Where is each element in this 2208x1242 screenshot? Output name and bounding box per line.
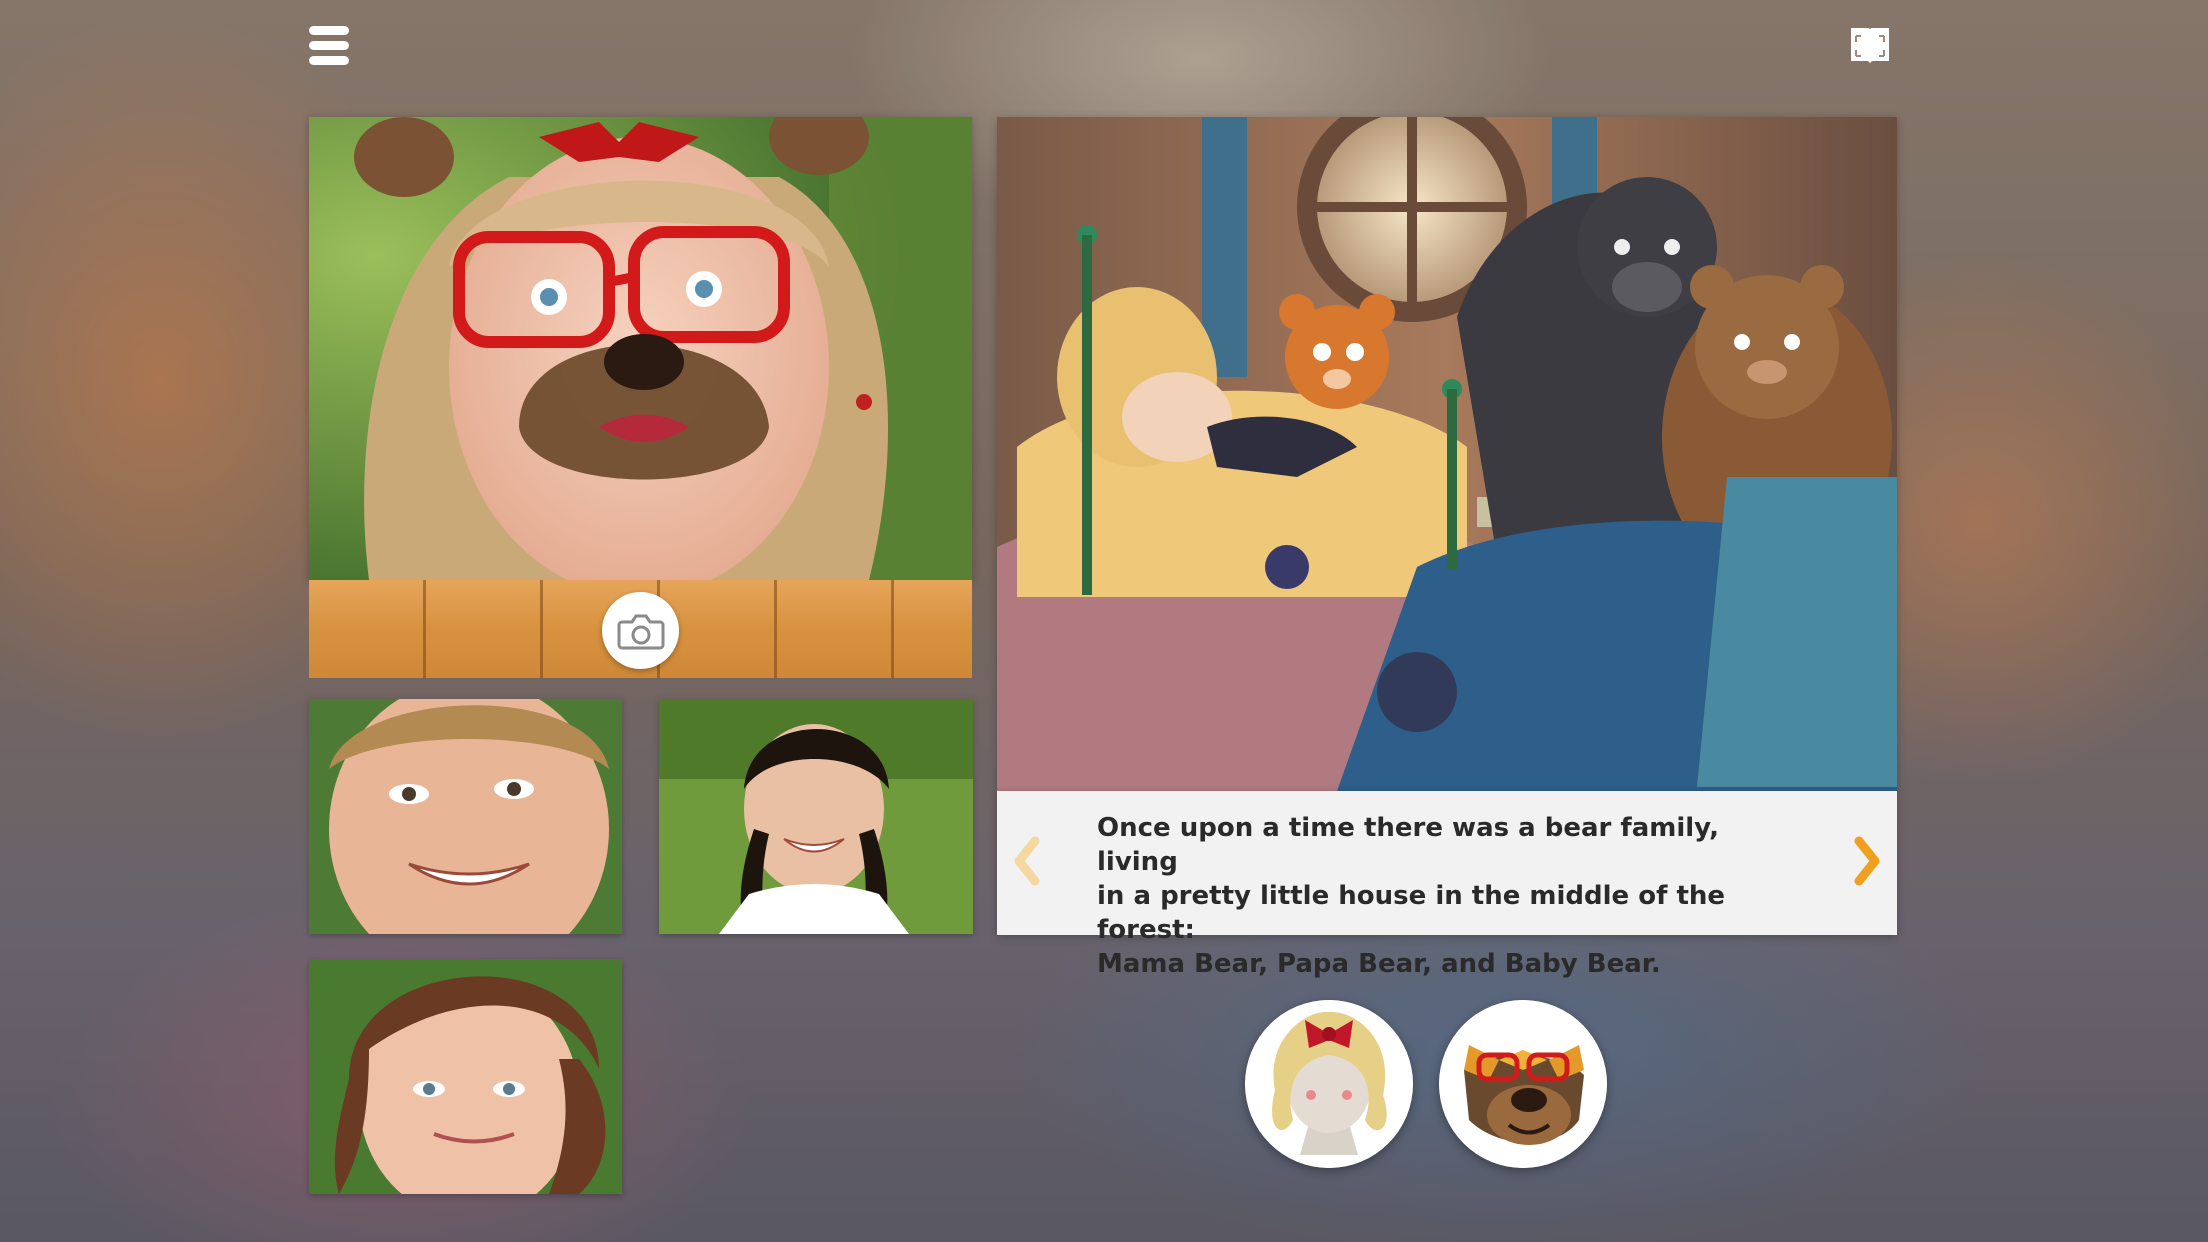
bear-mask-button[interactable] [1439, 1000, 1607, 1168]
book-view-button[interactable] [1848, 24, 1892, 68]
story-illustration [997, 117, 1897, 791]
menu-button[interactable] [307, 24, 351, 68]
next-page-button[interactable] [1847, 831, 1887, 891]
camera-capture-button[interactable] [602, 592, 679, 669]
live-camera-photo [309, 117, 972, 580]
previous-page-button[interactable] [1007, 831, 1047, 891]
chevron-right-icon [1854, 836, 1880, 886]
story-text-panel: Once upon a time there was a bear family… [997, 791, 1897, 979]
open-book-icon [1851, 28, 1889, 64]
story-text: Once upon a time there was a bear family… [1097, 811, 1797, 981]
menu-bar [309, 56, 349, 65]
goldilocks-mask-button[interactable] [1245, 1000, 1413, 1168]
face-thumbnail-girl[interactable] [659, 699, 973, 934]
story-line: Mama Bear, Papa Bear, and Baby Bear. [1097, 949, 1661, 979]
face-thumbnail-child[interactable] [309, 959, 622, 1194]
story-line: Once upon a time there was a bear family… [1097, 813, 1719, 877]
goldilocks-mask-icon [1245, 1000, 1413, 1168]
menu-bar [309, 26, 349, 35]
camera-icon [617, 614, 665, 650]
face-thumbnail-boy[interactable] [309, 699, 622, 934]
bear-mask-icon [1439, 1000, 1607, 1168]
story-line: in a pretty little house in the middle o… [1097, 881, 1726, 945]
chevron-left-icon [1014, 836, 1040, 886]
menu-bar [309, 41, 349, 50]
